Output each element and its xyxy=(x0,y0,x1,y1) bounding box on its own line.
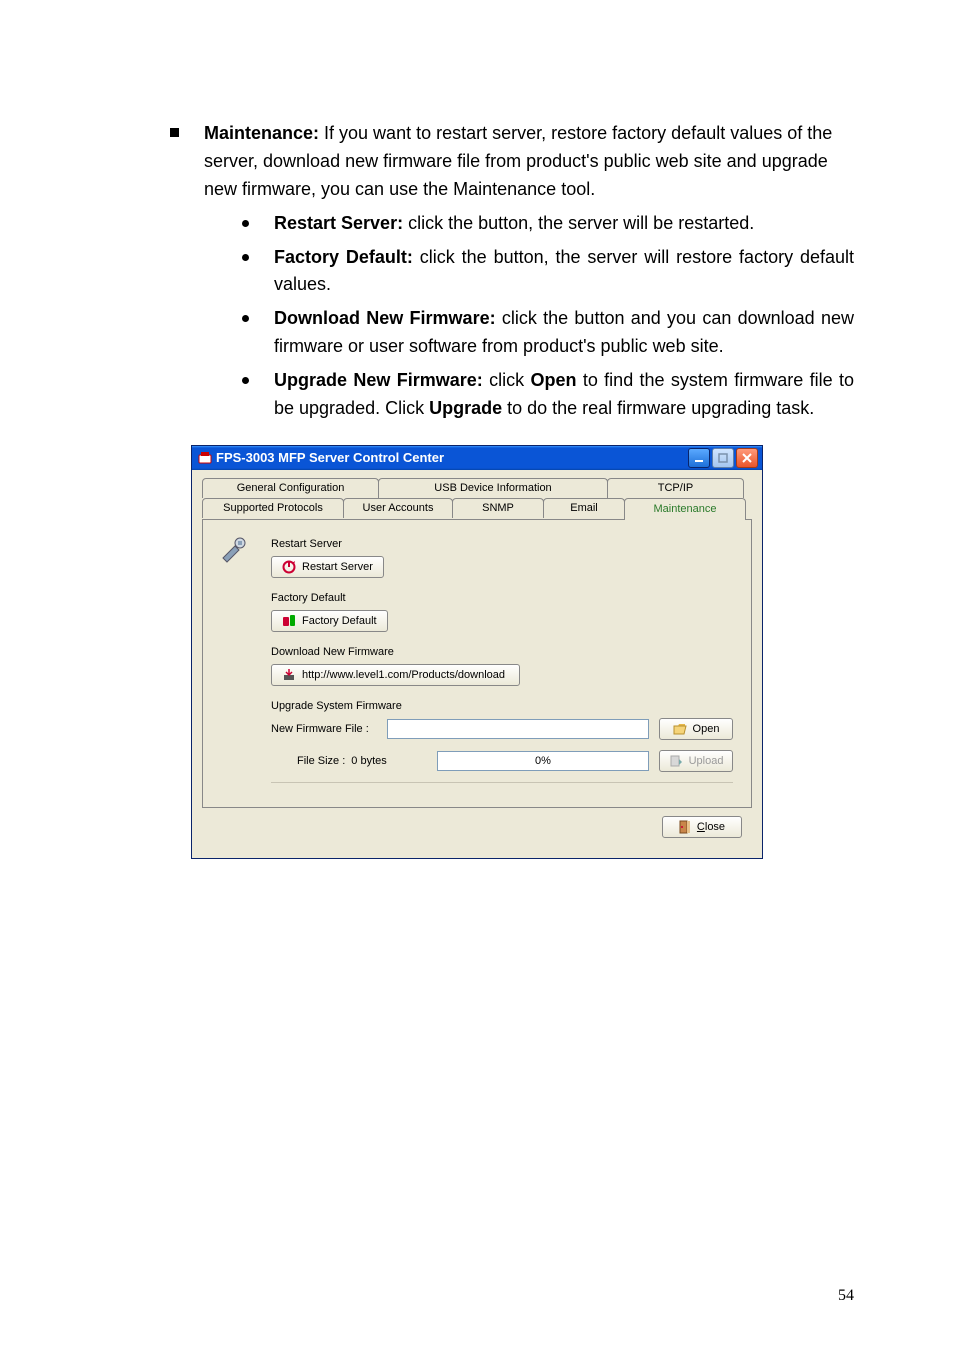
li4-label: Upgrade New Firmware: xyxy=(274,370,483,390)
window-title: FPS-3003 MFP Server Control Center xyxy=(216,450,688,465)
open-button-label: Open xyxy=(693,723,720,735)
factory-default-button[interactable]: Factory Default xyxy=(271,610,388,632)
close-button-label: Close xyxy=(697,821,725,833)
download-button-label: http://www.level1.com/Products/download xyxy=(302,669,505,681)
sub-item-factory: Factory Default: click the button, the s… xyxy=(238,244,854,300)
tab-user-accounts[interactable]: User Accounts xyxy=(343,498,453,518)
download-icon xyxy=(282,668,296,682)
upload-icon xyxy=(669,755,683,767)
titlebar[interactable]: FPS-3003 MFP Server Control Center xyxy=(192,446,762,470)
tab-general-config[interactable]: General Configuration xyxy=(202,478,379,498)
file-size-value: 0 bytes xyxy=(351,755,386,767)
firmware-file-input[interactable] xyxy=(387,719,649,739)
divider xyxy=(271,782,733,783)
progress-text: 0% xyxy=(535,755,551,767)
li3-label: Download New Firmware: xyxy=(274,308,496,328)
download-firmware-button[interactable]: http://www.level1.com/Products/download xyxy=(271,664,520,686)
maintenance-icon xyxy=(217,534,249,566)
tab-maintenance[interactable]: Maintenance xyxy=(624,498,746,520)
sub-item-upgrade: Upgrade New Firmware: click Open to find… xyxy=(238,367,854,423)
section-download-label: Download New Firmware xyxy=(271,646,733,658)
tab-tcpip[interactable]: TCP/IP xyxy=(607,478,744,498)
li4-t3: to do the real firmware upgrading task. xyxy=(502,398,814,418)
app-icon xyxy=(198,451,212,465)
close-window-button[interactable] xyxy=(736,448,758,468)
li4-open: Open xyxy=(530,370,576,390)
door-close-icon xyxy=(679,820,691,834)
folder-open-icon xyxy=(673,723,687,735)
minimize-button[interactable] xyxy=(688,448,710,468)
tab-supported-protocols[interactable]: Supported Protocols xyxy=(202,498,344,518)
new-firmware-file-label: New Firmware File : xyxy=(271,723,381,735)
close-button[interactable]: Close xyxy=(662,816,742,838)
restart-server-button[interactable]: Restart Server xyxy=(271,556,384,578)
tab-snmp[interactable]: SNMP xyxy=(452,498,544,518)
tab-page-maintenance: Restart Server Restart Server Factory De… xyxy=(202,519,752,808)
page-number: 54 xyxy=(838,1287,854,1305)
section-restart-label: Restart Server xyxy=(271,538,733,550)
section-upgrade-label: Upgrade System Firmware xyxy=(271,700,733,712)
upload-progress: 0% xyxy=(437,751,649,771)
li4-upgrade: Upgrade xyxy=(429,398,502,418)
maximize-button xyxy=(712,448,734,468)
li2-label: Factory Default: xyxy=(274,247,413,267)
li1-text: click the button, the server will be res… xyxy=(403,213,754,233)
sub-item-restart: Restart Server: click the button, the se… xyxy=(238,210,854,238)
upload-button-label: Upload xyxy=(689,755,724,767)
open-button[interactable]: Open xyxy=(659,718,733,740)
restart-icon xyxy=(282,560,296,574)
factory-icon xyxy=(282,614,296,628)
upload-button: Upload xyxy=(659,750,733,772)
file-size-label: File Size : xyxy=(297,755,345,767)
tab-email[interactable]: Email xyxy=(543,498,625,518)
maintenance-paragraph: Maintenance: If you want to restart serv… xyxy=(170,120,854,423)
maintenance-label: Maintenance: xyxy=(204,123,319,143)
restart-button-label: Restart Server xyxy=(302,561,373,573)
tabstrip: General Configuration USB Device Informa… xyxy=(202,478,752,520)
app-window: FPS-3003 MFP Server Control Center Gener… xyxy=(191,445,763,859)
tab-usb-device-info[interactable]: USB Device Information xyxy=(378,478,608,498)
factory-button-label: Factory Default xyxy=(302,615,377,627)
li1-label: Restart Server: xyxy=(274,213,403,233)
li4-t1: click xyxy=(483,370,531,390)
section-factory-label: Factory Default xyxy=(271,592,733,604)
sub-item-download: Download New Firmware: click the button … xyxy=(238,305,854,361)
